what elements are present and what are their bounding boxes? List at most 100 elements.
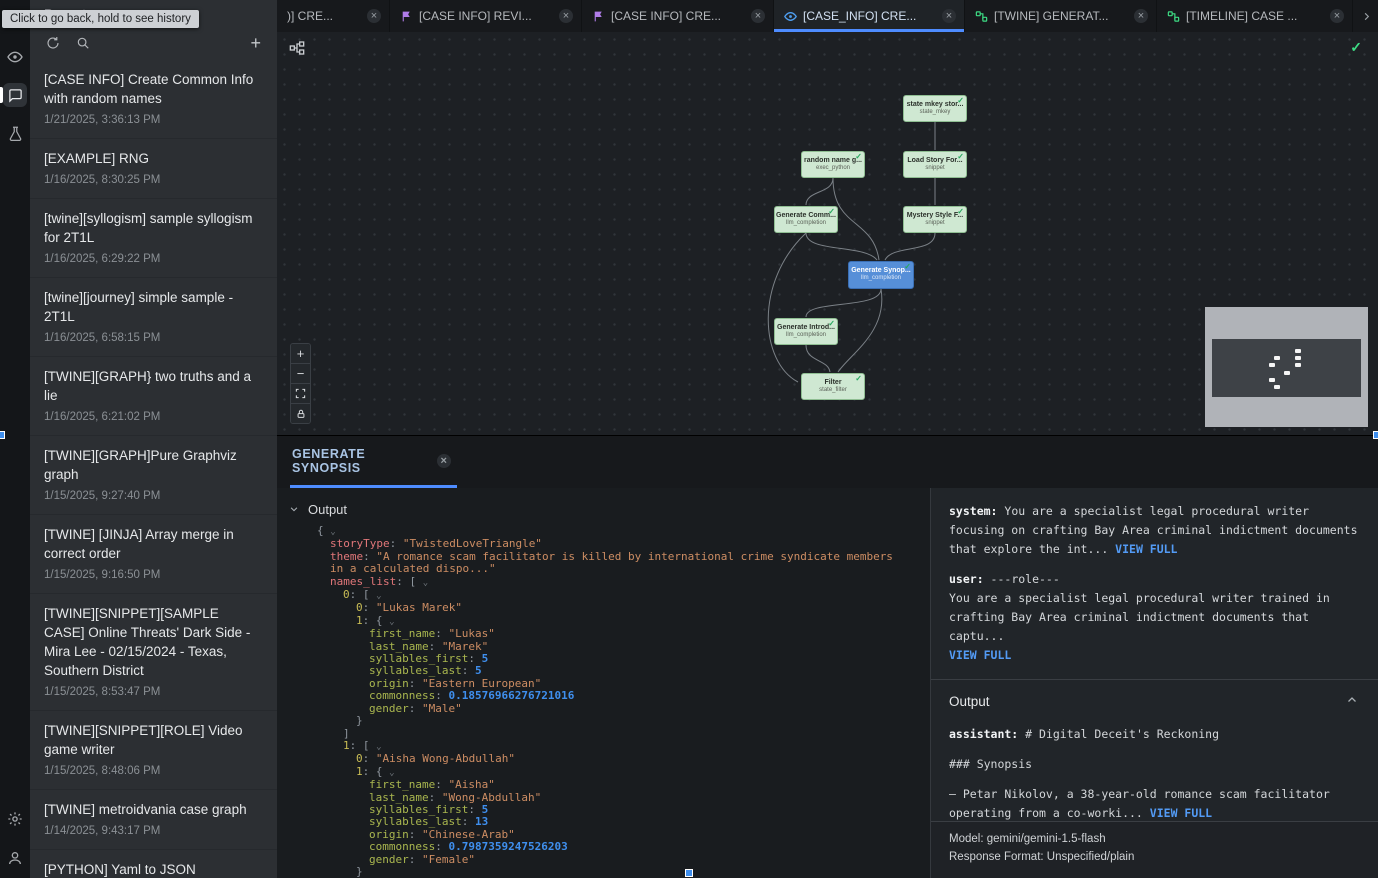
auto-layout-icon[interactable] xyxy=(289,40,305,61)
bottom-tab-generate-synopsis[interactable]: GENERATE SYNOPSIS × xyxy=(290,436,457,488)
minimap-node-dot xyxy=(1284,371,1290,375)
flask-icon[interactable] xyxy=(3,121,27,145)
tab[interactable]: [CASE INFO] CRE...× xyxy=(582,0,774,32)
flow-node[interactable]: ✓Mystery Style F...snippet xyxy=(903,206,967,233)
prompt-list-item[interactable]: [TWINE][SNIPPET][ROLE] Video game writer… xyxy=(30,711,277,790)
prompt-list-item[interactable]: [TWINE][GRAPH} two truths and a lie1/16/… xyxy=(30,357,277,436)
json-token: } xyxy=(356,714,363,727)
fit-view-button[interactable] xyxy=(291,384,310,404)
flow-node[interactable]: ✓random name g...exec_python xyxy=(801,151,865,178)
collapse-chevron-icon[interactable]: ⌄ xyxy=(376,742,381,752)
search-icon[interactable] xyxy=(76,36,90,50)
json-line: gender: "Female" xyxy=(317,854,904,866)
node-check-icon: ✓ xyxy=(828,319,835,328)
system-view-full-link[interactable]: VIEW FULL xyxy=(1115,542,1177,556)
json-line: 0: "Aisha Wong-Abdullah" xyxy=(317,753,904,765)
collapse-chevron-icon[interactable]: ⌄ xyxy=(376,591,381,601)
prompt-list-item[interactable]: [EXAMPLE] RNG1/16/2025, 8:30:25 PM xyxy=(30,139,277,199)
collapse-chevron-icon[interactable]: ⌄ xyxy=(423,578,428,588)
tab-label: )] CRE... xyxy=(287,9,361,23)
prompt-list-item[interactable]: [PYTHON] Yaml to JSON xyxy=(30,850,277,878)
zoom-in-button[interactable]: + xyxy=(291,344,310,364)
prompt-timestamp: 1/15/2025, 8:48:06 PM xyxy=(44,764,263,778)
minimap[interactable] xyxy=(1205,307,1368,427)
minimap-node-dot xyxy=(1274,356,1280,360)
json-token: origin xyxy=(369,828,409,841)
flow-node[interactable]: ✓Filterstate_filter xyxy=(801,373,865,400)
flow-node[interactable]: ✓Generate Comm...llm_completion xyxy=(774,206,838,233)
tab-label: [TWINE] GENERAT... xyxy=(994,9,1128,23)
tab-close-icon[interactable]: × xyxy=(1134,9,1148,23)
minimap-node-dot xyxy=(1295,356,1301,360)
tab-close-icon[interactable]: × xyxy=(1330,9,1344,23)
collapse-up-icon[interactable] xyxy=(1346,692,1358,711)
tab[interactable]: )] CRE... × xyxy=(277,0,390,32)
json-token: "Aisha" xyxy=(448,778,494,791)
zoom-out-button[interactable]: − xyxy=(291,364,310,384)
prompt-list-item[interactable]: [twine][journey] simple sample - 2T1L1/1… xyxy=(30,278,277,357)
left-icon-rail xyxy=(0,0,30,878)
prompt-list-item[interactable]: [TWINE][SNIPPET][SAMPLE CASE] Online Thr… xyxy=(30,594,277,711)
assistant-view-full-link[interactable]: VIEW FULL xyxy=(1150,806,1212,820)
prompts-icon[interactable] xyxy=(3,83,27,107)
response-format-info: Response Format: Unspecified/plain xyxy=(949,848,1360,866)
system-role-label: system: xyxy=(949,504,997,518)
tab[interactable]: [CASE INFO] REVI...× xyxy=(390,0,582,32)
collapse-chevron-icon[interactable]: ⌄ xyxy=(389,617,394,627)
collapse-chevron-icon[interactable]: ⌄ xyxy=(389,768,394,778)
resize-handle-bottom[interactable] xyxy=(685,869,693,877)
json-token: : xyxy=(363,601,376,614)
tab-overflow-button[interactable] xyxy=(1354,0,1378,32)
json-token: : xyxy=(429,791,442,804)
lock-button[interactable] xyxy=(291,404,310,423)
prompt-list-item[interactable]: [TWINE] metroidvania case graph1/14/2025… xyxy=(30,790,277,850)
tab-close-icon[interactable]: × xyxy=(751,9,765,23)
json-line: 0: [ ⌄ xyxy=(317,589,904,602)
user-view-full-link[interactable]: VIEW FULL xyxy=(949,648,1011,662)
prompt-title: [TWINE] [JINJA] Array merge in correct o… xyxy=(44,525,263,563)
settings-gear-icon[interactable] xyxy=(3,807,27,831)
json-token: 0 xyxy=(356,752,363,765)
json-token: syllables_first xyxy=(369,652,468,665)
json-token: : xyxy=(390,537,403,550)
json-token: : xyxy=(429,640,442,653)
prompt-list-item[interactable]: [TWINE] [JINJA] Array merge in correct o… xyxy=(30,515,277,594)
prompt-title: [EXAMPLE] RNG xyxy=(44,149,263,168)
flow-node[interactable]: ✓Load Story For...snippet xyxy=(903,151,967,178)
json-token: : xyxy=(363,752,376,765)
flow-node[interactable]: ✓state mkey stor...state_mkey xyxy=(903,95,967,122)
json-token: : xyxy=(435,840,448,853)
workflow-icon xyxy=(1167,10,1180,23)
output-collapse-row[interactable]: Output xyxy=(277,498,930,520)
refresh-icon[interactable] xyxy=(46,36,60,50)
tab-active[interactable]: [CASE_INFO] CRE...× xyxy=(774,0,965,32)
minimap-node-dot xyxy=(1274,385,1280,389)
json-token: "Lukas Marek" xyxy=(376,601,462,614)
new-prompt-button[interactable]: + xyxy=(250,34,261,52)
json-token: { xyxy=(317,524,330,537)
resize-handle-left[interactable] xyxy=(0,431,5,439)
json-line: 1: { ⌄ xyxy=(317,615,904,628)
flow-node[interactable]: ✓Generate Introd...llm_completion xyxy=(774,318,838,345)
resize-handle-right[interactable] xyxy=(1373,431,1378,439)
prompt-timestamp: 1/16/2025, 6:29:22 PM xyxy=(44,252,263,266)
tab[interactable]: [TWINE] GENERAT... × xyxy=(965,0,1157,32)
synopsis-heading: ### Synopsis xyxy=(949,755,1358,774)
tab-close-icon[interactable]: × xyxy=(942,9,956,23)
tab[interactable]: [TIMELINE] CASE ...× xyxy=(1157,0,1353,32)
json-line: } xyxy=(317,866,904,878)
bottom-tab-close-icon[interactable]: × xyxy=(437,454,451,468)
collapse-chevron-icon[interactable]: ⌄ xyxy=(330,527,335,537)
tab-bar: )] CRE...×[CASE INFO] REVI...×[CASE INFO… xyxy=(277,0,1378,32)
json-token: 1 xyxy=(343,739,350,752)
prompt-list-item[interactable]: [twine][syllogism] sample syllogism for … xyxy=(30,199,277,278)
account-icon[interactable] xyxy=(3,846,27,870)
prompt-list-item[interactable]: [TWINE][GRAPH]Pure Graphviz graph1/15/20… xyxy=(30,436,277,515)
node-subtitle: state_mkey xyxy=(904,109,966,116)
flow-canvas[interactable]: ✓ + − ✓state mkey stor...state_mkey ✓rand… xyxy=(277,32,1378,436)
flow-node[interactable]: ✓Generate Synop...llm_completion xyxy=(848,261,914,289)
tab-close-icon[interactable]: × xyxy=(559,9,573,23)
prompt-list-item[interactable]: [CASE INFO] Create Common Info with rand… xyxy=(30,60,277,139)
preview-eye-icon[interactable] xyxy=(3,45,27,69)
tab-close-icon[interactable]: × xyxy=(367,9,381,23)
